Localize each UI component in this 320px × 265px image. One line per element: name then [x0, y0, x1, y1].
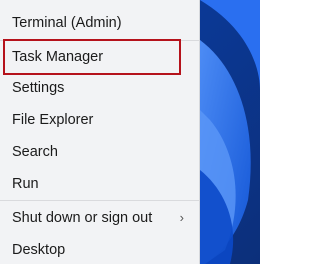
chevron-right-icon: › — [179, 210, 184, 225]
menu-item-shut-down-or-sign-out[interactable]: Shut down or sign out › — [4, 203, 194, 233]
menu-item-settings[interactable]: Settings — [4, 73, 194, 103]
menu-item-run[interactable]: Run — [4, 169, 194, 199]
menu-separator — [0, 200, 200, 201]
menu-item-desktop[interactable]: Desktop — [4, 235, 194, 265]
menu-item-label: Search — [12, 144, 58, 160]
menu-item-label: Desktop — [12, 242, 66, 258]
menu-item-label: Terminal (Admin) — [12, 15, 122, 31]
menu-item-file-explorer[interactable]: File Explorer — [4, 105, 194, 135]
menu-item-label: File Explorer — [12, 112, 94, 128]
menu-item-label: Task Manager — [12, 49, 104, 65]
menu-item-task-manager[interactable]: Task Manager — [3, 39, 181, 75]
menu-item-terminal-admin[interactable]: Terminal (Admin) — [4, 8, 194, 38]
quick-link-menu: Terminal (Admin) Task Manager Settings F… — [0, 0, 200, 264]
menu-item-label: Run — [12, 176, 39, 192]
menu-item-label: Shut down or sign out — [12, 210, 153, 226]
menu-item-search[interactable]: Search — [4, 137, 194, 167]
menu-item-label: Settings — [12, 80, 65, 96]
